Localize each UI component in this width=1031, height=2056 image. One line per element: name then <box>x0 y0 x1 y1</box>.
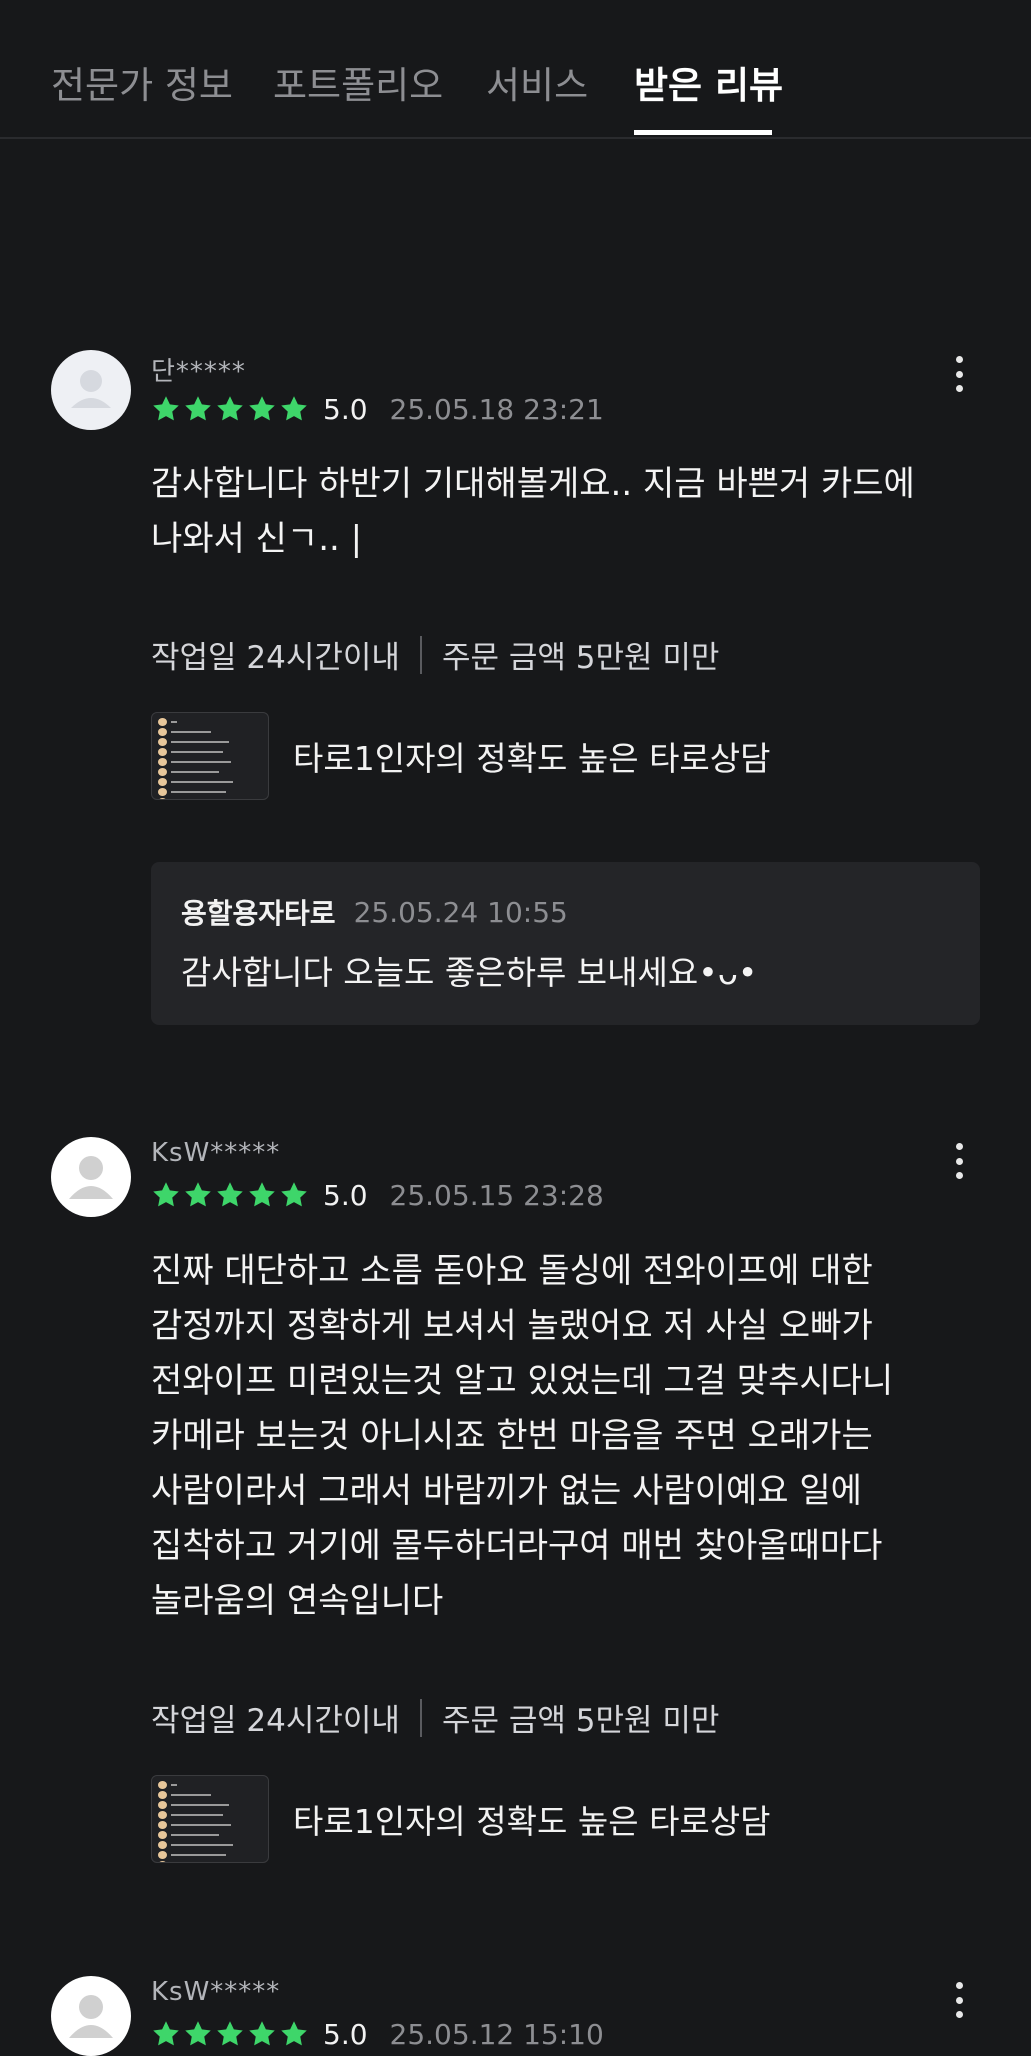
star-icon <box>151 394 181 424</box>
work-days: 작업일 24시간이내 <box>151 640 400 676</box>
rating-row: 5.0 25.05.18 23:21 <box>151 391 604 427</box>
avatar <box>51 1976 131 2056</box>
review-text: 감사합니다 하반기 기대해볼게요.. 지금 바쁜거 카드에 나와서 신ㄱ.. | <box>151 457 951 567</box>
star-icon <box>247 394 277 424</box>
service-thumbnail <box>151 1775 269 1863</box>
star-icon <box>279 2019 309 2049</box>
star-icon <box>247 2019 277 2049</box>
user-placeholder-icon <box>69 1156 113 1199</box>
reviewer-name: 단***** <box>151 357 246 387</box>
reviewer-name: KsW***** <box>151 1977 281 2007</box>
review-text-line: 사람이라서 그래서 바람끼가 없는 사람이예요 일에 <box>151 1471 862 1511</box>
service-thumbnail <box>151 712 269 800</box>
review-text-line: 감정까지 정확하게 보셔서 놀랬어요 저 사실 오빠가 <box>151 1306 873 1346</box>
more-options-icon[interactable] <box>944 1978 974 2022</box>
review-text-line: 진짜 대단하고 소름 돋아요 돌싱에 전와이프에 대한 <box>151 1251 873 1291</box>
tab-portfolio[interactable]: 포트폴리오 <box>273 55 443 109</box>
review-meta: 작업일 24시간이내 주문 금액 5만원 미만 <box>151 632 719 677</box>
review-date: 25.05.18 23:21 <box>389 392 604 426</box>
review-text-line: 전와이프 미련있는것 알고 있었는데 그걸 맞추시다니 <box>151 1361 894 1401</box>
star-icon <box>247 1180 277 1210</box>
rating-row: 5.0 25.05.15 23:28 <box>151 1177 604 1213</box>
review-text-line: 나와서 신ㄱ.. | <box>151 519 363 559</box>
work-days: 작업일 24시간이내 <box>151 1703 400 1739</box>
star-icon <box>215 394 245 424</box>
divider <box>419 1698 422 1737</box>
active-tab-indicator <box>634 130 772 135</box>
order-amount: 주문 금액 5만원 미만 <box>441 1703 720 1739</box>
star-rating <box>151 2019 309 2049</box>
tab-bar: 전문가 정보 포트폴리오 서비스 받은 리뷰 <box>0 0 1031 139</box>
star-icon <box>279 1180 309 1210</box>
reply-author: 용할용자타로 <box>181 897 336 930</box>
review-date: 25.05.12 15:10 <box>389 2017 604 2051</box>
order-amount: 주문 금액 5만원 미만 <box>441 640 720 676</box>
user-placeholder-icon <box>71 370 111 408</box>
rating-score: 5.0 <box>323 1178 368 1212</box>
reviewer-name: KsW***** <box>151 1138 281 1168</box>
review-meta: 작업일 24시간이내 주문 금액 5만원 미만 <box>151 1695 719 1740</box>
star-icon <box>279 394 309 424</box>
more-options-icon[interactable] <box>944 352 974 396</box>
tab-services[interactable]: 서비스 <box>486 55 588 109</box>
rating-score: 5.0 <box>323 392 368 426</box>
star-rating <box>151 394 309 424</box>
review-text-line: 놀라움의 연속입니다 <box>151 1581 444 1621</box>
user-placeholder-icon <box>69 1995 113 2038</box>
review-text-line: 감사합니다 하반기 기대해볼게요.. 지금 바쁜거 카드에 <box>151 464 915 504</box>
more-options-icon[interactable] <box>944 1139 974 1183</box>
star-icon <box>215 1180 245 1210</box>
review-date: 25.05.15 23:28 <box>389 1178 604 1212</box>
expert-reply: 용할용자타로 25.05.24 10:55 감사합니다 오늘도 좋은하루 보내세… <box>151 862 980 1025</box>
rating-row: 5.0 25.05.12 15:10 <box>151 2016 604 2052</box>
review-text: 진짜 대단하고 소름 돋아요 돌싱에 전와이프에 대한 감정까지 정확하게 보셔… <box>151 1244 951 1629</box>
star-rating <box>151 1180 309 1210</box>
service-link[interactable]: 타로1인자의 정확도 높은 타로상담 <box>151 1775 771 1863</box>
star-icon <box>183 394 213 424</box>
avatar <box>51 1137 131 1217</box>
reply-date: 25.05.24 10:55 <box>353 895 568 929</box>
avatar <box>51 350 131 430</box>
star-icon <box>215 2019 245 2049</box>
service-title: 타로1인자의 정확도 높은 타로상담 <box>293 1802 771 1841</box>
tab-expert-info[interactable]: 전문가 정보 <box>51 55 233 109</box>
service-link[interactable]: 타로1인자의 정확도 높은 타로상담 <box>151 712 771 800</box>
tab-reviews[interactable]: 받은 리뷰 <box>634 55 783 109</box>
rating-score: 5.0 <box>323 2017 368 2051</box>
star-icon <box>183 2019 213 2049</box>
service-title: 타로1인자의 정확도 높은 타로상담 <box>293 739 771 778</box>
star-icon <box>183 1180 213 1210</box>
review-text-line: 카메라 보는것 아니시죠 한번 마음을 주면 오래가는 <box>151 1416 873 1456</box>
star-icon <box>151 1180 181 1210</box>
reply-text: 감사합니다 오늘도 좋은하루 보내세요•ᴗ• <box>181 953 758 992</box>
divider <box>419 635 422 674</box>
review-text-line: 집착하고 거기에 몰두하더라구여 매번 찾아올때마다 <box>151 1526 883 1566</box>
star-icon <box>151 2019 181 2049</box>
